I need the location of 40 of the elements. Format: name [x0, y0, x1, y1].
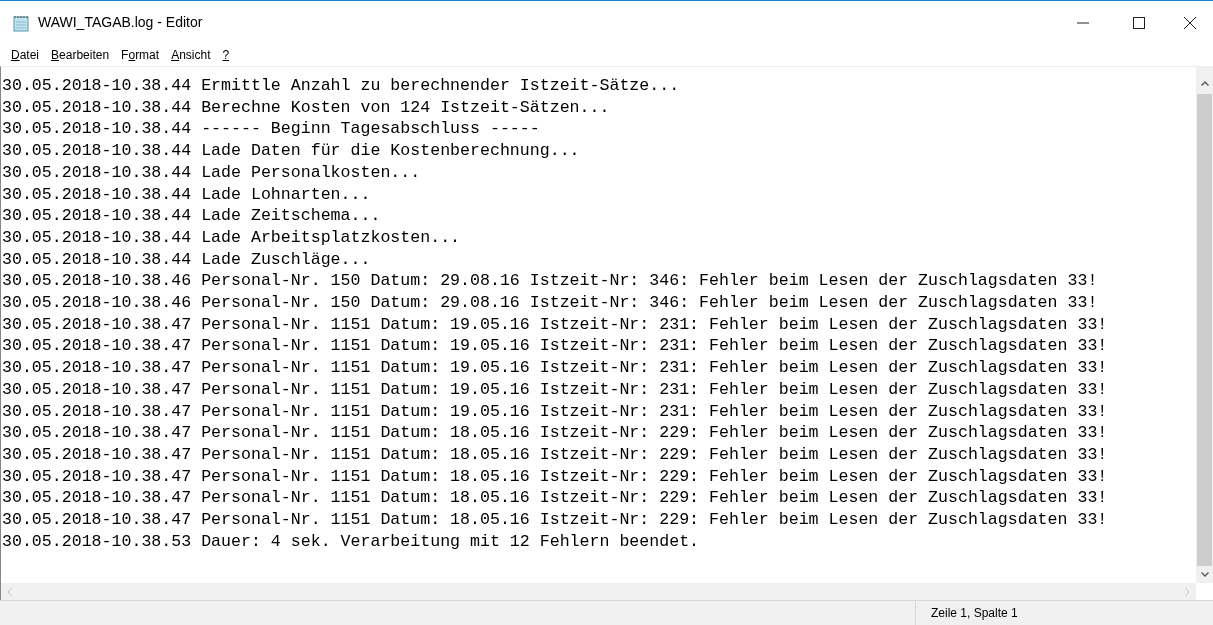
window-title: WAWI_TAGAB.log - Editor — [38, 13, 203, 32]
log-line: 30.05.2018-10.38.44 Lade Arbeitsplatzkosten... — [2, 226, 461, 249]
notepad-icon — [12, 13, 30, 32]
log-line: 30.05.2018-10.38.47 Personal-Nr. 1151 Datum: 18.05.16 Istzeit-Nr: 229: Fehler beim Lesen der Zuschlagsdaten 33! — [2, 465, 1108, 488]
log-line: 30.05.2018-10.38.47 Personal-Nr. 1151 Datum: 19.05.16 Istzeit-Nr: 231: Fehler beim Lesen der Zuschlagsdaten 33! — [2, 313, 1108, 336]
scroll-down-icon — [1200, 572, 1209, 577]
menu-item[interactable]: Bearbeiten — [46, 46, 115, 64]
log-line: 30.05.2018-10.38.47 Personal-Nr. 1151 Datum: 19.05.16 Istzeit-Nr: 231: Fehler beim Lesen der Zuschlagsdaten 33! — [2, 378, 1108, 401]
log-line: 30.05.2018-10.38.44 Lade Personalkosten... — [2, 161, 421, 184]
menu-item[interactable]: Datei — [6, 46, 45, 64]
log-line: 30.05.2018-10.38.47 Personal-Nr. 1151 Datum: 19.05.16 Istzeit-Nr: 231: Fehler beim Lesen der Zuschlagsdaten 33! — [2, 335, 1108, 358]
scroll-right-icon — [1185, 587, 1190, 596]
menu-item[interactable]: Format — [116, 46, 165, 64]
log-line: 30.05.2018-10.38.47 Personal-Nr. 1151 Datum: 19.05.16 Istzeit-Nr: 231: Fehler beim Lesen der Zuschlagsdaten 33! — [2, 357, 1108, 379]
log-line: 30.05.2018-10.38.47 Personal-Nr. 1151 Datum: 18.05.16 Istzeit-Nr: 229: Fehler beim Lesen der Zuschlagsdaten 33! — [2, 509, 1108, 531]
horizontal-scrollbar[interactable] — [0, 583, 1196, 600]
close-icon — [1184, 16, 1196, 29]
cursor-position: Zeile 1, Spalte 1 — [931, 605, 1018, 622]
log-line: 30.05.2018-10.38.44 Berechne Kosten von 124 Istzeit-Sätzen... — [2, 96, 610, 119]
log-line: 30.05.2018-10.38.53 Dauer: 4 sek. Verarbeitung mit 12 Fehlern beendet. — [2, 530, 700, 553]
minimize-icon — [1077, 21, 1089, 24]
menu-item[interactable]: ? — [217, 46, 235, 64]
log-line: 30.05.2018-10.38.44 Lade Lohnarten... — [2, 183, 371, 206]
log-line: 30.05.2018-10.38.47 Personal-Nr. 1151 Datum: 18.05.16 Istzeit-Nr: 229: Fehler beim Lesen der Zuschlagsdaten 33! — [2, 443, 1108, 466]
menu-item[interactable]: Ansicht — [166, 46, 216, 64]
log-line: 30.05.2018-10.38.44 Ermittle Anzahl zu berechnender Istzeit-Sätze... — [2, 75, 680, 97]
log-line: 30.05.2018-10.38.46 Personal-Nr. 150 Datum: 29.08.16 Istzeit-Nr: 346: Fehler beim Lesen der Zuschlagsdaten 33! — [2, 292, 1098, 314]
log-line: 30.05.2018-10.38.46 Personal-Nr. 150 Datum: 29.08.16 Istzeit-Nr: 346: Fehler beim Lesen der Zuschlagsdaten 33! — [2, 270, 1098, 293]
scroll-up-icon — [1200, 81, 1209, 86]
maximize-icon — [1133, 16, 1145, 29]
scrollbar-thumb[interactable] — [1197, 94, 1212, 566]
log-line: 30.05.2018-10.38.47 Personal-Nr. 1151 Datum: 18.05.16 Istzeit-Nr: 229: Fehler beim Lesen der Zuschlagsdaten 33! — [2, 487, 1108, 510]
log-line: 30.05.2018-10.38.47 Personal-Nr. 1151 Datum: 18.05.16 Istzeit-Nr: 229: Fehler beim Lesen der Zuschlagsdaten 33! — [2, 422, 1108, 444]
scroll-left-icon — [7, 587, 12, 596]
log-line: 30.05.2018-10.38.44 Lade Daten für die Kostenberechnung... — [2, 140, 580, 162]
log-line: 30.05.2018-10.38.44 Lade Zeitschema... — [2, 205, 381, 227]
log-line: 30.05.2018-10.38.47 Personal-Nr. 1151 Datum: 19.05.16 Istzeit-Nr: 231: Fehler beim Lesen der Zuschlagsdaten 33! — [2, 400, 1108, 423]
vertical-scrollbar[interactable] — [1196, 67, 1213, 583]
log-line: 30.05.2018-10.38.44 ------ Beginn Tagesabschluss ----- — [2, 118, 540, 141]
log-line: 30.05.2018-10.38.44 Lade Zuschläge... — [2, 248, 371, 271]
